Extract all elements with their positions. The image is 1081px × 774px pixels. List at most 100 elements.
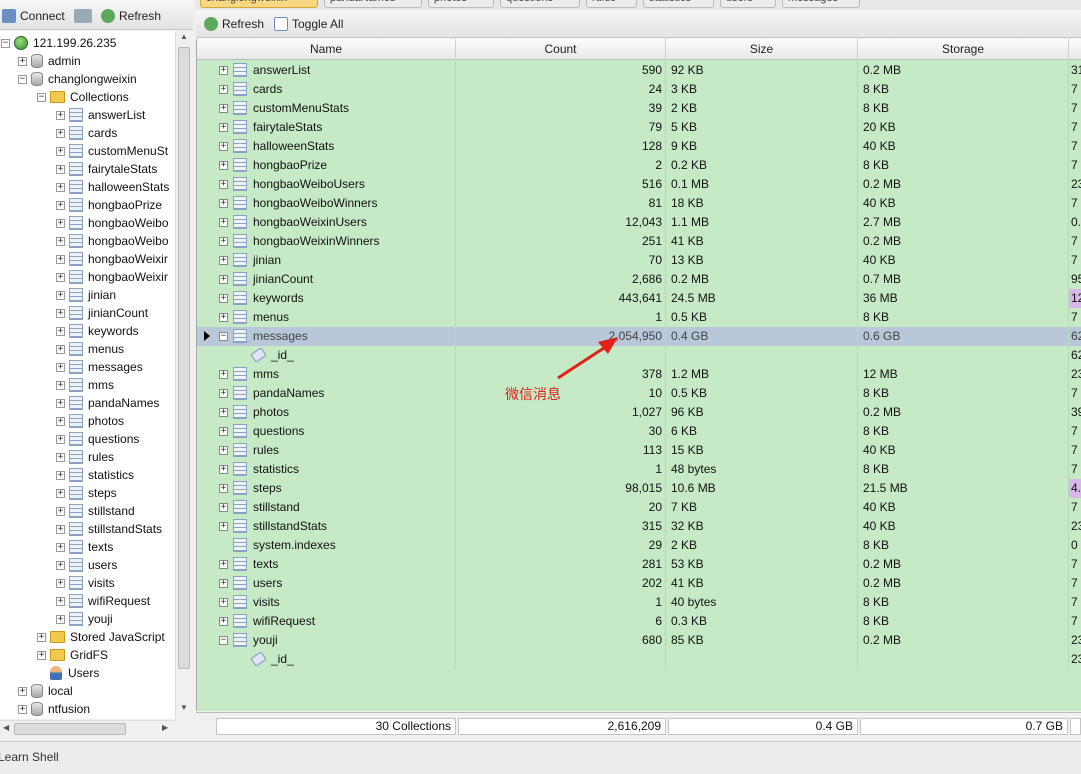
expand-icon[interactable]: +: [219, 275, 228, 284]
collection-row[interactable]: + hongbaoWeixinWinners 251 41 KB 0.2 MB 7: [197, 232, 1081, 251]
expand-icon[interactable]: +: [219, 161, 228, 170]
collapse-icon[interactable]: −: [1, 38, 10, 48]
tree-hscroll-thumb[interactable]: [14, 723, 126, 735]
expand-icon[interactable]: +: [37, 650, 46, 660]
expand-icon[interactable]: +: [56, 146, 65, 156]
tab-pandanames[interactable]: pandaNames: [324, 0, 422, 8]
column-header-count[interactable]: Count: [456, 39, 666, 60]
tree-collection-steps[interactable]: + steps: [56, 484, 117, 502]
expand-icon[interactable]: +: [56, 560, 65, 570]
expand-icon[interactable]: +: [56, 272, 65, 282]
collection-row[interactable]: + users 202 41 KB 0.2 MB 7: [197, 574, 1081, 593]
tree-collection-hongbaoweixir[interactable]: + hongbaoWeixir: [56, 250, 168, 268]
tree-stored-js[interactable]: + Stored JavaScript: [37, 628, 165, 646]
tree-collection-youji[interactable]: + youji: [56, 610, 113, 628]
expand-icon[interactable]: +: [56, 488, 65, 498]
tree-collection-jiniancount[interactable]: + jinianCount: [56, 304, 148, 322]
tree-collection-cards[interactable]: + cards: [56, 124, 117, 142]
tree-collection-hongbaoprize[interactable]: + hongbaoPrize: [56, 196, 162, 214]
tree-vertical-scrollbar[interactable]: ▲ ▼: [175, 31, 192, 719]
collection-row[interactable]: + visits 1 40 bytes 8 KB 7: [197, 593, 1081, 612]
expand-icon[interactable]: +: [219, 180, 228, 189]
connect-button[interactable]: Connect: [2, 5, 65, 27]
expand-icon[interactable]: +: [56, 452, 65, 462]
tab-photos[interactable]: photos: [428, 0, 494, 8]
collection-row[interactable]: + halloweenStats 128 9 KB 40 KB 7: [197, 137, 1081, 156]
tree-collection-menus[interactable]: + menus: [56, 340, 124, 358]
index-row[interactable]: _id_ 23: [197, 650, 1081, 669]
expand-icon[interactable]: +: [219, 579, 228, 588]
collapse-icon[interactable]: −: [18, 74, 27, 84]
tab-users[interactable]: users: [720, 0, 776, 8]
expand-icon[interactable]: +: [18, 686, 27, 696]
toggle-all-button[interactable]: Toggle All: [274, 13, 343, 35]
expand-icon[interactable]: +: [56, 110, 65, 120]
collection-row[interactable]: + answerList 59092 KB0.2 MB31: [197, 61, 1081, 80]
tree-collection-visits[interactable]: + visits: [56, 574, 115, 592]
scroll-down-icon[interactable]: ▼: [177, 703, 191, 717]
expand-icon[interactable]: +: [56, 164, 65, 174]
tab-changlongweixin[interactable]: changlongweixin: [200, 0, 318, 8]
collection-row[interactable]: + hongbaoWeiboUsers 5160.1 MB0.2 MB23: [197, 175, 1081, 194]
tree-horizontal-scrollbar[interactable]: ◀ ▶: [0, 720, 175, 737]
collection-row[interactable]: + stillstand 20 7 KB 40 KB 7: [197, 498, 1081, 517]
expand-icon[interactable]: +: [219, 199, 228, 208]
expand-icon[interactable]: +: [56, 326, 65, 336]
expand-icon[interactable]: +: [219, 446, 228, 455]
tree-db-ntfusion[interactable]: + ntfusion: [18, 700, 90, 718]
expand-icon[interactable]: +: [56, 578, 65, 588]
column-header-storage[interactable]: Storage: [858, 39, 1069, 60]
expand-icon[interactable]: +: [56, 362, 65, 372]
tree-db-admin[interactable]: + admin: [18, 52, 81, 70]
tab-statistics[interactable]: statistics: [643, 0, 714, 8]
tree-gridfs[interactable]: + GridFS: [37, 646, 108, 664]
tree-collection-messages[interactable]: + messages: [56, 358, 143, 376]
tree-collection-pandanames[interactable]: + pandaNames: [56, 394, 159, 412]
expand-icon[interactable]: +: [219, 522, 228, 531]
scroll-left-icon[interactable]: ◀: [3, 723, 9, 732]
tree-collection-jinian[interactable]: + jinian: [56, 286, 116, 304]
expand-icon[interactable]: +: [56, 380, 65, 390]
collection-row[interactable]: −messages2,054,9500.4 GB0.6 GB62: [197, 327, 1081, 346]
collection-row[interactable]: + customMenuStats 39 2 KB 8 KB 7: [197, 99, 1081, 118]
expand-icon[interactable]: +: [219, 598, 228, 607]
left-refresh-button[interactable]: Refresh: [101, 5, 161, 27]
expand-icon[interactable]: +: [219, 484, 228, 493]
tree-collection-photos[interactable]: + photos: [56, 412, 124, 430]
expand-icon[interactable]: +: [219, 237, 228, 246]
expand-icon[interactable]: +: [219, 370, 228, 379]
collapse-icon[interactable]: −: [219, 332, 228, 341]
collection-row[interactable]: + hongbaoPrize 2 0.2 KB 8 KB 7: [197, 156, 1081, 175]
expand-icon[interactable]: +: [219, 313, 228, 322]
expand-icon[interactable]: +: [56, 596, 65, 606]
expand-icon[interactable]: +: [56, 416, 65, 426]
expand-icon[interactable]: +: [219, 408, 228, 417]
expand-icon[interactable]: +: [219, 465, 228, 474]
disconnect-button[interactable]: [74, 5, 92, 27]
expand-icon[interactable]: +: [219, 427, 228, 436]
expand-icon[interactable]: +: [18, 704, 27, 714]
expand-icon[interactable]: +: [219, 617, 228, 626]
tree-collection-wifirequest[interactable]: + wifiRequest: [56, 592, 150, 610]
expand-icon[interactable]: +: [56, 614, 65, 624]
expand-icon[interactable]: +: [56, 236, 65, 246]
tree-collection-answerlist[interactable]: + answerList: [56, 106, 145, 124]
expand-icon[interactable]: +: [219, 85, 228, 94]
collection-row[interactable]: + hongbaoWeixinUsers 12,043 1.1 MB 2.7 MB 0.: [197, 213, 1081, 232]
expand-icon[interactable]: +: [56, 200, 65, 210]
expand-icon[interactable]: +: [56, 344, 65, 354]
tree-collection-texts[interactable]: + texts: [56, 538, 113, 556]
collection-row[interactable]: + steps 98,015 10.6 MB 21.5 MB 4.: [197, 479, 1081, 498]
expand-icon[interactable]: +: [219, 503, 228, 512]
expand-icon[interactable]: +: [56, 506, 65, 516]
tab-messages[interactable]: messages: [782, 0, 860, 8]
expand-icon[interactable]: +: [56, 542, 65, 552]
tree-collection-hongbaoweibo[interactable]: + hongbaoWeibo: [56, 214, 169, 232]
collection-row[interactable]: + stillstandStats 31532 KB40 KB23: [197, 517, 1081, 536]
grid-refresh-button[interactable]: Refresh: [204, 13, 264, 35]
collection-row[interactable]: + jinianCount 2,6860.2 MB0.7 MB95: [197, 270, 1081, 289]
tree-scroll-thumb[interactable]: [178, 47, 190, 669]
tree-users[interactable]: Users: [37, 664, 99, 682]
collection-row[interactable]: + pandaNames 10 0.5 KB 8 KB 7: [197, 384, 1081, 403]
collection-row[interactable]: +mms3781.2 MB12 MB23: [197, 365, 1081, 384]
